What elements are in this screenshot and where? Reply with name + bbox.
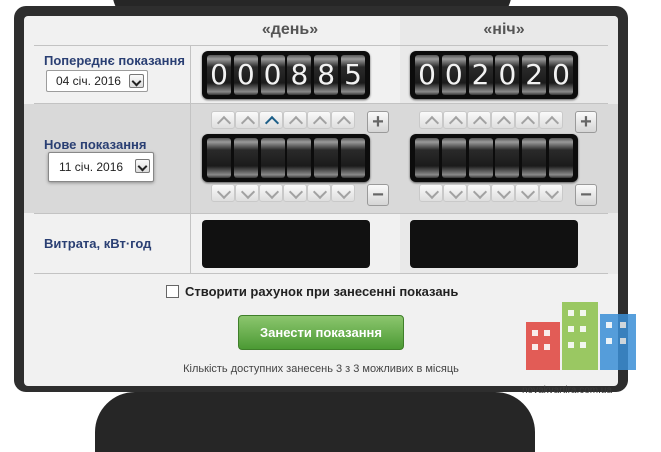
chevron-up-icon[interactable]	[467, 111, 491, 129]
chevron-up-icon[interactable]	[235, 111, 259, 129]
night-increment-row	[419, 111, 563, 129]
chevron-up-icon[interactable]	[539, 111, 563, 129]
chevron-down-icon[interactable]	[135, 159, 150, 173]
chevron-down-icon[interactable]	[331, 184, 355, 202]
previous-date-value: 04 січ. 2016	[56, 74, 121, 88]
night-minus-button[interactable]: −	[575, 184, 597, 206]
chevron-up-icon[interactable]	[491, 111, 515, 129]
counter-digit	[522, 138, 547, 178]
chevron-down-icon[interactable]	[307, 184, 331, 202]
chevron-up-icon[interactable]	[211, 111, 235, 129]
counter-digit: 0	[415, 55, 439, 95]
previous-night-counter: 0 0 2 0 2 0	[410, 51, 578, 99]
night-plus-button[interactable]: +	[575, 111, 597, 133]
chevron-up-icon[interactable]	[515, 111, 539, 129]
counter-digit: 0	[233, 55, 258, 95]
chevron-up-icon[interactable]	[307, 111, 331, 129]
label-column-divider	[190, 45, 191, 273]
counter-digit: 0	[548, 55, 573, 95]
usage-label: Витрата, кВт·год	[44, 236, 152, 251]
divider	[34, 45, 608, 46]
usage-day-display	[202, 220, 370, 268]
chevron-down-icon[interactable]	[515, 184, 539, 202]
chevron-down-icon[interactable]	[235, 184, 259, 202]
new-date-value: 11 січ. 2016	[59, 160, 124, 174]
invoice-checkbox[interactable]	[166, 285, 179, 298]
counter-digit	[468, 138, 493, 178]
counter-digit	[415, 138, 439, 178]
watermark-text: novakvartira.com.ua	[522, 385, 613, 396]
counter-digit: 2	[522, 55, 547, 95]
counter-digit	[495, 138, 520, 178]
invoice-checkbox-row[interactable]: Створити рахунок при занесенні показань	[166, 284, 458, 299]
new-date-select[interactable]: 11 січ. 2016	[48, 152, 154, 182]
counter-digit: 0	[207, 55, 231, 95]
counter-digit: 2	[468, 55, 493, 95]
chevron-down-icon[interactable]	[539, 184, 563, 202]
day-plus-button[interactable]: +	[367, 111, 389, 133]
divider	[34, 103, 608, 104]
divider	[34, 213, 608, 214]
submit-readings-button[interactable]: Занести показання	[238, 315, 404, 350]
new-night-counter	[410, 134, 578, 182]
counter-digit	[287, 138, 312, 178]
usage-night-display	[410, 220, 578, 268]
chevron-down-icon[interactable]	[129, 74, 144, 88]
chevron-up-icon[interactable]	[419, 111, 443, 129]
counter-digit	[340, 138, 365, 178]
chevron-down-icon[interactable]	[491, 184, 515, 202]
column-header-night: «ніч»	[483, 21, 525, 38]
day-decrement-row	[211, 184, 355, 202]
chevron-down-icon[interactable]	[467, 184, 491, 202]
counter-digit: 5	[340, 55, 365, 95]
counter-digit: 0	[495, 55, 520, 95]
new-day-counter	[202, 134, 370, 182]
counter-digit	[548, 138, 573, 178]
chevron-down-icon[interactable]	[419, 184, 443, 202]
chevron-up-icon[interactable]	[259, 111, 283, 129]
chevron-down-icon[interactable]	[283, 184, 307, 202]
counter-digit: 8	[314, 55, 339, 95]
counter-digit	[207, 138, 231, 178]
counter-digit: 0	[441, 55, 466, 95]
new-reading-label: Нове показання	[44, 137, 147, 152]
chevron-down-icon[interactable]	[443, 184, 467, 202]
chevron-up-icon[interactable]	[331, 111, 355, 129]
chevron-down-icon[interactable]	[211, 184, 235, 202]
meter-bottom-decoration	[95, 392, 535, 452]
night-decrement-row	[419, 184, 563, 202]
counter-digit: 8	[287, 55, 312, 95]
chevron-up-icon[interactable]	[283, 111, 307, 129]
counter-digit	[314, 138, 339, 178]
counter-digit	[233, 138, 258, 178]
previous-reading-label: Попереднє показання	[44, 53, 185, 68]
day-increment-row	[211, 111, 355, 129]
chevron-down-icon[interactable]	[259, 184, 283, 202]
previous-date-select[interactable]: 04 січ. 2016	[46, 70, 148, 92]
previous-day-counter: 0 0 0 8 8 5	[202, 51, 370, 99]
divider	[34, 273, 608, 274]
counter-digit	[441, 138, 466, 178]
counter-digit: 0	[260, 55, 285, 95]
day-minus-button[interactable]: −	[367, 184, 389, 206]
column-header-day: «день»	[261, 21, 319, 38]
counter-digit	[260, 138, 285, 178]
invoice-checkbox-label: Створити рахунок при занесенні показань	[185, 284, 459, 299]
chevron-up-icon[interactable]	[443, 111, 467, 129]
